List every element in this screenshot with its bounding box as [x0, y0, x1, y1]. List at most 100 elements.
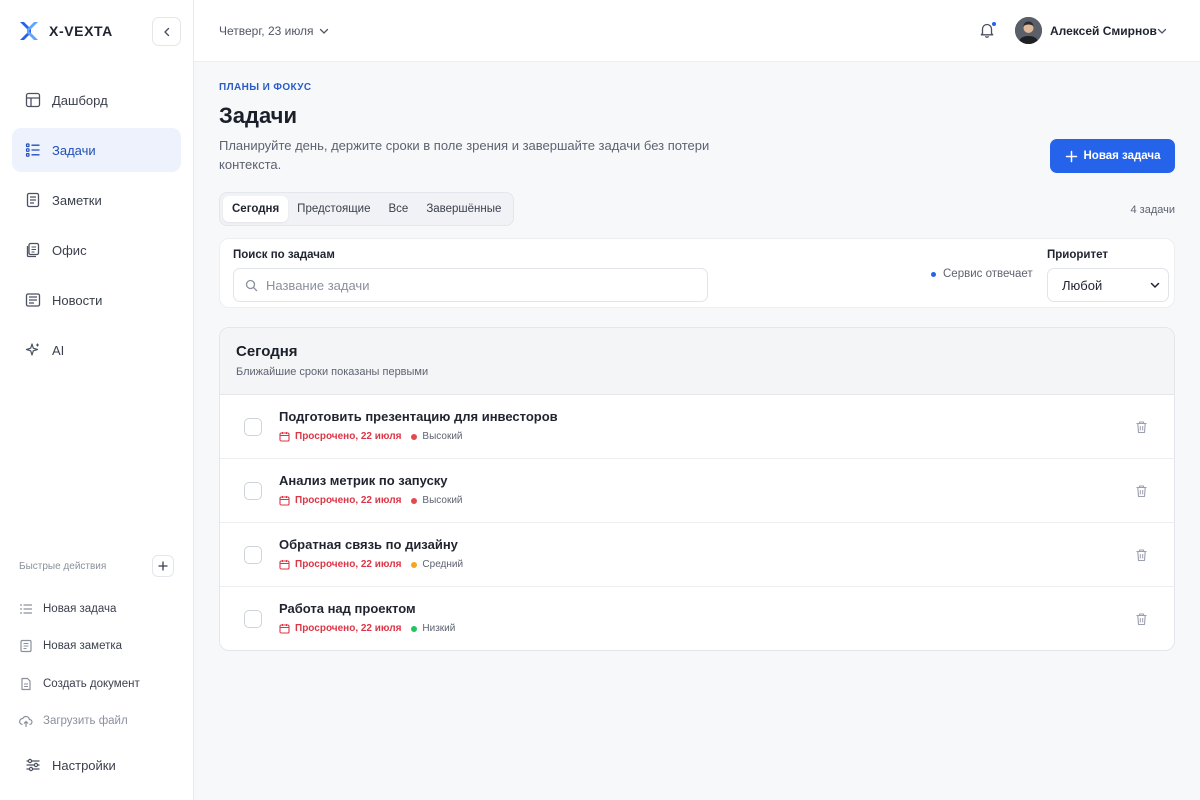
task-row[interactable]: Обратная связь по дизайну Просрочено, 22… — [220, 523, 1174, 587]
task-priority: Низкий — [422, 623, 456, 634]
sidebar-item-news[interactable]: Новости — [12, 278, 181, 322]
task-count: 4 задачи — [1130, 204, 1175, 216]
task-list-card: Сегодня Ближайшие сроки показаны первыми… — [219, 327, 1175, 651]
search-icon — [245, 279, 258, 291]
service-status: Сервис отвечает — [931, 268, 1033, 280]
task-priority: Высокий — [422, 495, 463, 506]
trash-icon[interactable] — [1135, 420, 1148, 434]
new-task-button[interactable]: Новая задача — [1050, 139, 1175, 173]
sidebar-item-label: Новости — [52, 292, 103, 308]
news-icon — [25, 293, 41, 307]
office-icon — [26, 242, 40, 258]
task-meta: Просрочено, 22 июля Средний — [279, 559, 463, 570]
task-meta: Просрочено, 22 июля Низкий — [279, 623, 455, 634]
sidebar-item-dashboard[interactable]: Дашборд — [12, 78, 181, 122]
filter-card: Поиск по задачам Сервис отвечает Приорит… — [219, 238, 1175, 308]
sidebar-item-ai[interactable]: AI — [12, 328, 181, 372]
task-row[interactable]: Подготовить презентацию для инвесторов П… — [220, 395, 1174, 459]
dashboard-icon — [25, 92, 41, 108]
priority-dot — [411, 561, 418, 568]
upload-icon — [19, 716, 33, 728]
plus-icon — [158, 561, 168, 571]
user-name[interactable]: Алексей Смирнов — [1050, 24, 1157, 38]
task-row[interactable]: Работа над проектом Просрочено, 22 июля … — [220, 587, 1174, 650]
task-checkbox[interactable] — [244, 610, 262, 628]
sidebar-item-label: Офис — [52, 242, 87, 258]
quick-actions-title: Быстрые действия — [19, 560, 107, 572]
sidebar-item-tasks[interactable]: Задачи — [12, 128, 181, 172]
page-eyebrow: ПЛАНЫ И ФОКУС — [219, 82, 312, 93]
sidebar-item-label: Дашборд — [52, 92, 108, 108]
task-priority: Высокий — [422, 431, 463, 442]
tab-all[interactable]: Все — [379, 196, 417, 222]
task-meta: Просрочено, 22 июля Высокий — [279, 431, 462, 442]
search-box[interactable] — [233, 268, 708, 302]
calendar-icon — [279, 624, 290, 634]
task-checkbox[interactable] — [244, 482, 262, 500]
sidebar: X-VEXTA Дашборд Задачи Заметки Офис Ново… — [0, 0, 194, 800]
plus-icon — [1065, 150, 1077, 162]
trash-icon[interactable] — [1135, 612, 1148, 626]
quick-action-new-task[interactable]: Новая задача — [19, 590, 179, 628]
task-checkbox[interactable] — [244, 418, 262, 436]
sidebar-item-label: Заметки — [52, 192, 102, 208]
tab-completed[interactable]: Завершённые — [417, 196, 510, 222]
calendar-icon — [279, 496, 290, 506]
chevron-down-icon — [319, 28, 328, 34]
priority-label: Приоритет — [1047, 249, 1108, 261]
quick-action-label: Создать документ — [43, 677, 140, 690]
task-list-title: Сегодня — [236, 343, 298, 360]
task-row[interactable]: Анализ метрик по запуску Просрочено, 22 … — [220, 459, 1174, 523]
task-checkbox[interactable] — [244, 546, 262, 564]
chevron-left-icon — [163, 27, 169, 36]
sidebar-item-office[interactable]: Офис — [12, 228, 181, 272]
quick-action-upload-file[interactable]: Загрузить файл — [19, 703, 179, 741]
date-selector[interactable]: Четверг, 23 июля — [219, 22, 329, 40]
brand-name: X-VEXTA — [49, 23, 113, 39]
sidebar-item-notes[interactable]: Заметки — [12, 178, 181, 222]
search-input[interactable] — [266, 277, 686, 293]
task-title[interactable]: Работа над проектом — [279, 601, 416, 616]
page-title: Задачи — [219, 103, 297, 128]
sidebar-item-label: AI — [52, 342, 65, 358]
trash-icon[interactable] — [1135, 548, 1148, 562]
task-due: Просрочено, 22 июля — [295, 431, 402, 442]
add-quick-action-button[interactable] — [152, 555, 174, 577]
chevron-down-icon — [1150, 282, 1160, 289]
collapse-sidebar-button[interactable] — [152, 17, 181, 46]
quick-action-create-document[interactable]: Создать документ — [19, 665, 179, 703]
task-meta: Просрочено, 22 июля Высокий — [279, 495, 462, 506]
quick-actions-header: Быстрые действия — [19, 555, 174, 577]
topbar: Четверг, 23 июля Алексей Смирнов — [194, 0, 1200, 62]
trash-icon[interactable] — [1135, 484, 1148, 498]
note-icon — [20, 640, 32, 653]
tab-today[interactable]: Сегодня — [223, 196, 289, 222]
settings-label: Настройки — [52, 757, 116, 773]
notification-dot — [991, 21, 997, 27]
chevron-down-icon[interactable] — [1157, 26, 1167, 36]
priority-value: Любой — [1062, 277, 1103, 293]
new-task-label: Новая задача — [1083, 150, 1161, 162]
list-icon — [19, 604, 33, 614]
tab-upcoming[interactable]: Предстоящие — [288, 196, 379, 222]
priority-select[interactable]: Любой — [1047, 268, 1169, 302]
sparkles-icon — [25, 343, 39, 356]
tasks-icon — [25, 143, 40, 157]
task-due: Просрочено, 22 июля — [295, 495, 402, 506]
task-due: Просрочено, 22 июля — [295, 623, 402, 634]
avatar[interactable] — [1015, 17, 1042, 44]
calendar-icon — [279, 432, 290, 442]
brand[interactable]: X-VEXTA — [18, 19, 113, 43]
quick-actions-list: Новая задача Новая заметка Создать докум… — [19, 590, 179, 740]
task-title[interactable]: Подготовить презентацию для инвесторов — [279, 409, 558, 424]
settings-link[interactable]: Настройки — [25, 754, 116, 776]
calendar-icon — [279, 560, 290, 570]
quick-action-new-note[interactable]: Новая заметка — [19, 628, 179, 666]
task-due: Просрочено, 22 июля — [295, 559, 402, 570]
quick-action-label: Загрузить файл — [43, 715, 128, 728]
status-dot — [931, 271, 936, 277]
task-title[interactable]: Анализ метрик по запуску — [279, 473, 448, 488]
document-icon — [21, 677, 31, 690]
task-title[interactable]: Обратная связь по дизайну — [279, 537, 458, 552]
quick-action-label: Новая задача — [43, 602, 117, 615]
